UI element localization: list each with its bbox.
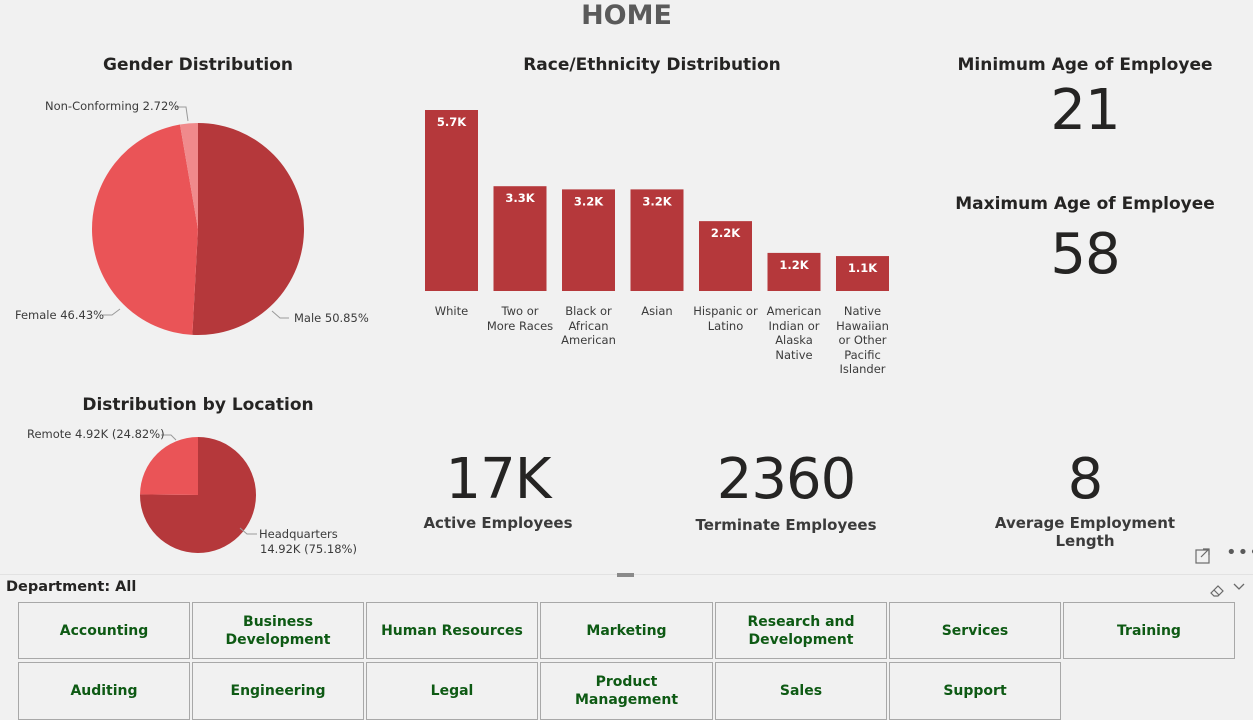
race-category-label-line: Hawaiian (836, 318, 889, 333)
race-category-label-line: American (561, 333, 616, 347)
avg-employment-length-label-line1: Average Employment (994, 514, 1176, 532)
pie-label-male: Male 50.85% (294, 311, 369, 325)
avg-employment-length-value: 8 (1067, 447, 1104, 512)
pie-label-headquarters: Headquarters (259, 527, 338, 541)
race-bar-data-label: 3.2K (574, 194, 604, 208)
race-bar-data-label: 3.3K (505, 191, 535, 205)
department-button[interactable]: Marketing (540, 602, 713, 659)
pie-label-female: Female 46.43% (15, 308, 105, 322)
race-category-label-line: Native (843, 304, 882, 318)
department-button[interactable]: Legal (366, 662, 538, 720)
gender-pie-slice[interactable] (91, 124, 198, 335)
leader-line (103, 308, 121, 316)
department-button[interactable]: Sales (715, 662, 887, 720)
avg-employment-length-label: Average Employment Length (960, 514, 1210, 550)
resize-handle[interactable] (617, 573, 634, 577)
department-button[interactable]: Product Management (540, 662, 713, 720)
pie-label-remote: Remote 4.92K (24.82%) (27, 427, 165, 441)
avg-employment-length-label-line2: Length (1055, 532, 1115, 550)
race-category-label-line: African (568, 318, 609, 333)
department-button[interactable]: Training (1063, 602, 1235, 659)
more-options-icon[interactable]: ••• (1226, 542, 1253, 563)
gender-chart-title: Gender Distribution (103, 55, 293, 75)
active-employees-label: Active Employees (423, 514, 573, 532)
race-category-label-line: or Other (838, 333, 887, 347)
department-button[interactable]: Human Resources (366, 602, 538, 659)
active-employees-value: 17K (445, 447, 552, 512)
chevron-down-icon[interactable] (1233, 582, 1245, 592)
department-button[interactable]: Engineering (192, 662, 364, 720)
department-button[interactable]: Services (889, 602, 1061, 659)
race-category-label-line: Islander (839, 362, 886, 376)
race-bar-data-label: 5.7K (437, 115, 467, 129)
race-chart-title: Race/Ethnicity Distribution (523, 55, 781, 75)
max-age-label: Maximum Age of Employee (955, 194, 1215, 214)
race-category-label: Native Hawaiian or Other Pacific Islander (823, 304, 903, 377)
location-pie-slice[interactable] (140, 437, 198, 495)
gender-pie-slice[interactable] (192, 123, 304, 335)
department-slicer-header: Department: All (6, 579, 137, 595)
terminated-employees-value: 2360 (716, 447, 857, 512)
race-bar[interactable] (425, 110, 478, 291)
race-category-label-line: Pacific (844, 347, 881, 362)
location-chart-title: Distribution by Location (82, 395, 314, 415)
race-bar-data-label: 1.2K (779, 258, 809, 272)
department-button[interactable]: Support (889, 662, 1061, 720)
pie-label-non-conforming: Non-Conforming 2.72% (45, 99, 180, 113)
race-bar-chart[interactable]: 5.7K 3.3K 3.2K 3.2K 2.2K 1.2K 1.1K (410, 100, 910, 300)
max-age-value: 58 (1050, 222, 1120, 287)
department-button[interactable]: Business Development (192, 602, 364, 659)
eraser-icon[interactable] (1209, 582, 1225, 598)
min-age-label: Minimum Age of Employee (957, 55, 1213, 75)
department-button[interactable]: Auditing (18, 662, 190, 720)
focus-mode-icon[interactable] (1195, 547, 1211, 565)
min-age-value: 21 (1050, 78, 1120, 143)
race-bar-data-label: 1.1K (848, 261, 878, 275)
terminated-employees-label: Terminate Employees (695, 516, 877, 534)
race-bar-data-label: 2.2K (711, 226, 741, 240)
leader-line (271, 310, 289, 319)
page-title: HOME (581, 0, 672, 31)
pie-label-headquarters-value: 14.92K (75.18%) (260, 542, 357, 556)
department-button[interactable]: Accounting (18, 602, 190, 659)
department-button[interactable]: Research and Development (715, 602, 887, 659)
race-bar-data-label: 3.2K (642, 194, 672, 208)
